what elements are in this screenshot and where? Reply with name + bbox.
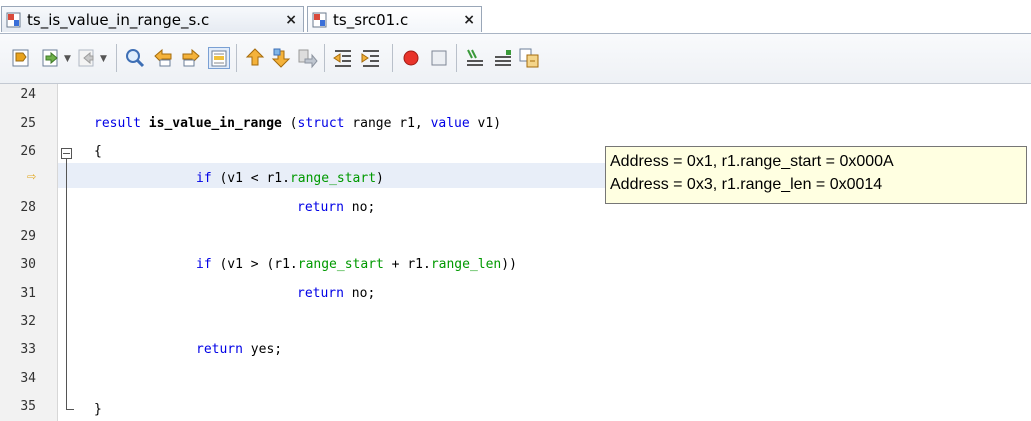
code-keyword: if xyxy=(196,171,212,186)
fold-end-marker xyxy=(66,409,74,410)
code-line: return no; xyxy=(297,286,375,301)
code-line: return no; xyxy=(297,200,375,215)
code-text: range r1, xyxy=(344,116,431,131)
line-number: 28 xyxy=(20,200,36,215)
step-out-icon[interactable] xyxy=(244,47,266,69)
code-line: return yes; xyxy=(196,342,282,357)
toolbar-separator xyxy=(236,44,237,72)
function-name: is_value_in_range xyxy=(148,116,282,131)
code-keyword: if xyxy=(196,257,212,272)
back-dropdown-icon[interactable]: ▼ xyxy=(64,54,71,64)
shift-left-icon[interactable] xyxy=(332,47,354,69)
record-macro-icon[interactable] xyxy=(400,47,422,69)
toolbar-separator xyxy=(116,44,117,72)
code-text: v1) xyxy=(469,116,502,131)
code-text: { xyxy=(94,144,102,159)
current-line-arrow-icon: ⇨ xyxy=(26,167,36,185)
shift-right-icon[interactable] xyxy=(360,47,382,69)
find-next-icon[interactable] xyxy=(180,47,202,69)
code-text: no; xyxy=(343,286,376,301)
toolbar-separator xyxy=(392,44,393,72)
toolbar-separator xyxy=(324,44,325,72)
editor-toolbar: ▼ ▼ xyxy=(0,34,1031,84)
code-text: )) xyxy=(501,257,517,272)
code-keyword: return xyxy=(297,200,344,215)
tooltip-line: Address = 0x3, r1.range_len = 0x0014 xyxy=(610,176,883,193)
line-number: 32 xyxy=(20,314,36,329)
code-line: { xyxy=(94,144,102,159)
find-previous-icon[interactable] xyxy=(152,47,174,69)
tab-ts-src01[interactable]: ts_src01.c × xyxy=(307,6,482,32)
code-field: range_start xyxy=(297,257,384,272)
tab-ts-is-value-in-range-s[interactable]: ts_is_value_in_range_s.c × xyxy=(1,6,304,32)
line-number: 29 xyxy=(20,229,36,244)
editor-tab-bar: ts_is_value_in_range_s.c × ts_src01.c × xyxy=(0,0,1031,34)
fold-collapse-icon[interactable] xyxy=(61,148,72,159)
code-text: ) xyxy=(376,171,384,186)
tooltip-line: Address = 0x1, r1.range_start = 0x000A xyxy=(610,153,894,170)
code-keyword: return xyxy=(196,342,243,357)
close-icon[interactable]: × xyxy=(285,12,297,28)
variable-value-tooltip: Address = 0x1, r1.range_start = 0x000A A… xyxy=(605,146,1027,204)
back-icon[interactable] xyxy=(40,47,62,69)
code-text: (v1 > (r1. xyxy=(211,257,298,272)
code-keyword: return xyxy=(297,286,344,301)
line-number: 33 xyxy=(20,342,36,357)
uncomment-icon[interactable] xyxy=(492,47,514,69)
step-over-icon[interactable] xyxy=(296,47,318,69)
line-number: 31 xyxy=(20,286,36,301)
code-text: (v1 < r1. xyxy=(211,171,290,186)
code-line: if (v1 > (r1.range_start + r1.range_len)… xyxy=(196,257,517,272)
code-text: } xyxy=(94,402,102,417)
toggle-highlight-icon[interactable] xyxy=(208,47,230,69)
tab-label: ts_src01.c xyxy=(333,10,409,29)
code-keyword: struct xyxy=(297,116,345,131)
toolbar-separator xyxy=(456,44,457,72)
line-number: 30 xyxy=(20,257,36,272)
code-text: no; xyxy=(343,200,376,215)
code-text: ( xyxy=(281,116,298,131)
c-file-icon xyxy=(6,12,21,27)
step-into-icon[interactable] xyxy=(270,47,292,69)
line-number: 24 xyxy=(20,87,36,102)
find-icon[interactable] xyxy=(124,47,146,69)
line-number: 26 xyxy=(20,144,36,159)
code-text: yes; xyxy=(242,342,283,357)
close-icon[interactable]: × xyxy=(463,12,475,28)
forward-dropdown-icon[interactable]: ▼ xyxy=(100,54,107,64)
stop-macro-icon[interactable] xyxy=(428,47,450,69)
toggle-bookmark-icon[interactable] xyxy=(10,47,32,69)
diff-icon[interactable] xyxy=(518,47,540,69)
forward-icon[interactable] xyxy=(76,47,98,69)
code-type: result xyxy=(94,116,149,131)
c-file-icon xyxy=(312,12,327,27)
code-keyword: value xyxy=(430,116,470,131)
code-field: range_len xyxy=(430,257,502,272)
code-text: + r1. xyxy=(383,257,431,272)
line-number: 25 xyxy=(20,116,36,131)
code-line-current: if (v1 < r1.range_start) xyxy=(196,171,384,186)
comment-icon[interactable] xyxy=(464,47,486,69)
line-number: 34 xyxy=(20,371,36,386)
code-line: result is_value_in_range (struct range r… xyxy=(94,116,501,131)
code-field: range_start xyxy=(289,171,377,186)
tab-label: ts_is_value_in_range_s.c xyxy=(27,10,210,29)
line-number: 35 xyxy=(20,399,36,414)
fold-guide-line xyxy=(66,159,67,409)
code-line: } xyxy=(94,402,102,417)
